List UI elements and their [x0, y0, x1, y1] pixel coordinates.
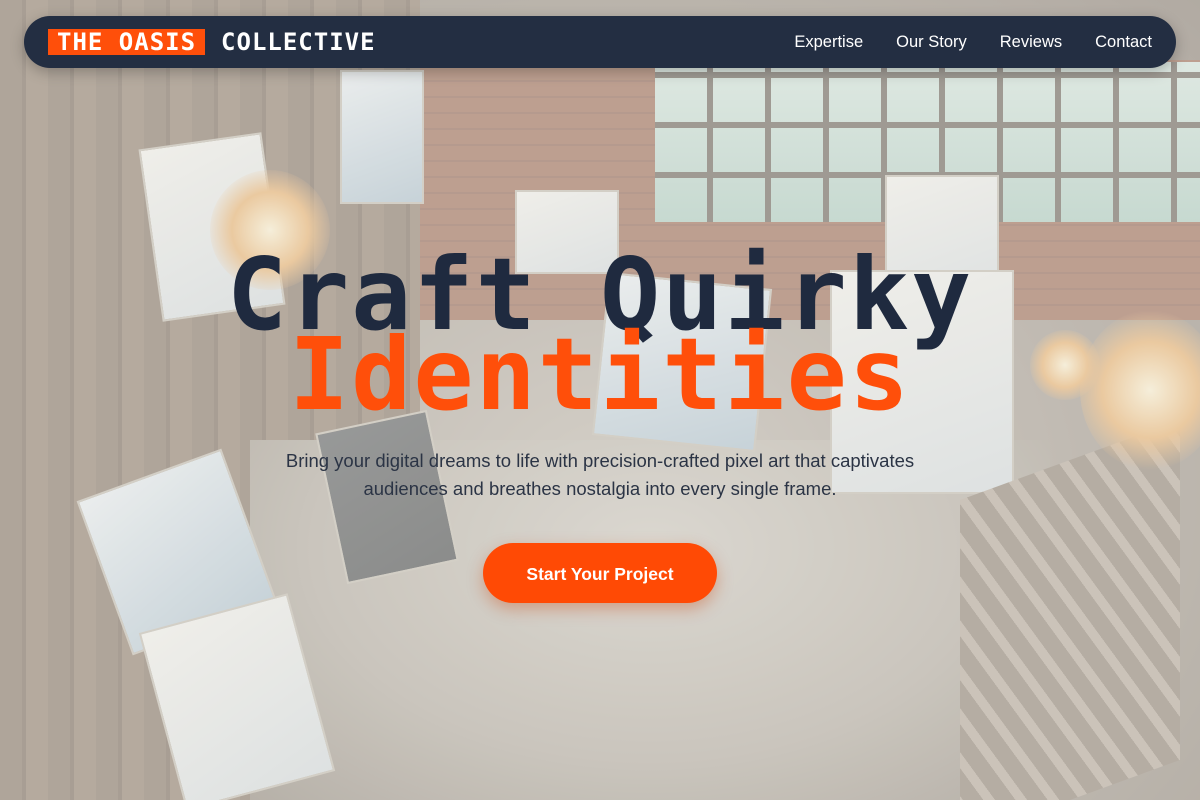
hero-title-line-2: Identities	[288, 316, 912, 433]
nav-links: Expertise Our Story Reviews Contact	[794, 33, 1152, 52]
nav-link-contact[interactable]: Contact	[1095, 33, 1152, 52]
nav-link-expertise[interactable]: Expertise	[794, 33, 863, 52]
brand-highlight-text: THE OASIS	[48, 29, 206, 55]
top-navbar: THE OASIS COLLECTIVE Expertise Our Story…	[24, 16, 1176, 68]
brand-logo[interactable]: THE OASIS COLLECTIVE	[48, 28, 376, 56]
nav-link-our-story[interactable]: Our Story	[896, 33, 967, 52]
hero-subtitle: Bring your digital dreams to life with p…	[285, 450, 915, 499]
nav-link-reviews[interactable]: Reviews	[1000, 33, 1062, 52]
start-project-button[interactable]: Start Your Project	[483, 543, 717, 603]
brand-name-text: COLLECTIVE	[221, 28, 376, 56]
hero-title: Craft Quirky Identities	[0, 245, 1200, 433]
hero-section: Craft Quirky Identities Bring your digit…	[0, 245, 1200, 603]
